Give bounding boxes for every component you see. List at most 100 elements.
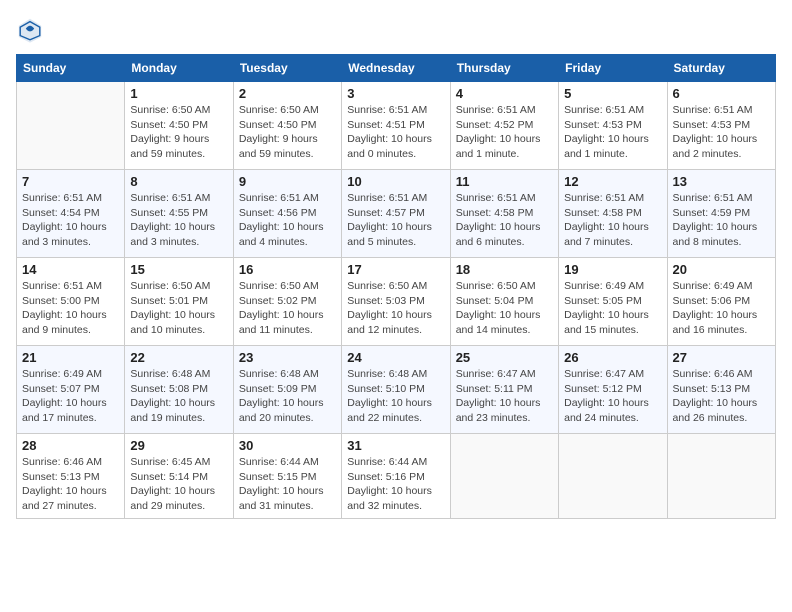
day-number: 30 (239, 438, 336, 453)
calendar-cell: 14Sunrise: 6:51 AM Sunset: 5:00 PM Dayli… (17, 258, 125, 346)
calendar-cell: 10 Sunrise: 6:51 AM Sunset: 4:57 PM Dayli… (342, 170, 450, 258)
header-wednesday: Wednesday (342, 55, 450, 82)
calendar-cell: 21Sunrise: 6:49 AM Sunset: 5:07 PM Dayli… (17, 346, 125, 434)
day-number: 15 (130, 262, 227, 277)
day-info: Sunrise: 6:50 AM Sunset: 5:03 PM Dayligh… (347, 279, 444, 338)
calendar-cell: 28 Sunrise: 6:46 AM Sunset: 5:13 PM Dayli… (17, 434, 125, 519)
day-number: 19 (564, 262, 661, 277)
calendar-cell: 22 Sunrise: 6:48 AM Sunset: 5:08 PM Dayli… (125, 346, 233, 434)
day-info: Sunrise: 6:47 AM Sunset: 5:11 PM Dayligh… (456, 367, 553, 426)
day-info: Sunrise: 6:48 AM Sunset: 5:10 PM Dayligh… (347, 367, 444, 426)
header-tuesday: Tuesday (233, 55, 341, 82)
calendar-cell: 26 Sunrise: 6:47 AM Sunset: 5:12 PM Dayli… (559, 346, 667, 434)
day-number: 4 (456, 86, 553, 101)
day-info: Sunrise: 6:51 AM Sunset: 4:51 PM Dayligh… (347, 103, 444, 162)
calendar-cell: 23 Sunrise: 6:48 AM Sunset: 5:09 PM Dayli… (233, 346, 341, 434)
day-info: Sunrise: 6:51 AM Sunset: 4:59 PM Dayligh… (673, 191, 770, 250)
day-number: 6 (673, 86, 770, 101)
day-info: Sunrise: 6:50 AM Sunset: 4:50 PM Dayligh… (239, 103, 336, 162)
day-number: 18 (456, 262, 553, 277)
day-info: Sunrise: 6:51 AM Sunset: 4:53 PM Dayligh… (564, 103, 661, 162)
logo-icon (16, 16, 44, 44)
page-header (16, 16, 776, 44)
calendar-cell: 18 Sunrise: 6:50 AM Sunset: 5:04 PM Dayli… (450, 258, 558, 346)
day-info: Sunrise: 6:49 AM Sunset: 5:07 PM Dayligh… (22, 367, 119, 426)
day-number: 7 (22, 174, 119, 189)
day-info: Sunrise: 6:47 AM Sunset: 5:12 PM Dayligh… (564, 367, 661, 426)
day-number: 10 (347, 174, 444, 189)
calendar-cell: 2 Sunrise: 6:50 AM Sunset: 4:50 PM Daylig… (233, 82, 341, 170)
calendar-cell: 17Sunrise: 6:50 AM Sunset: 5:03 PM Dayli… (342, 258, 450, 346)
calendar-cell: 20 Sunrise: 6:49 AM Sunset: 5:06 PM Dayli… (667, 258, 775, 346)
calendar-cell (667, 434, 775, 519)
day-info: Sunrise: 6:51 AM Sunset: 4:57 PM Dayligh… (347, 191, 444, 250)
day-info: Sunrise: 6:51 AM Sunset: 4:58 PM Dayligh… (456, 191, 553, 250)
header-monday: Monday (125, 55, 233, 82)
calendar-cell (17, 82, 125, 170)
header-friday: Friday (559, 55, 667, 82)
day-info: Sunrise: 6:50 AM Sunset: 4:50 PM Dayligh… (130, 103, 227, 162)
calendar-cell: 12 Sunrise: 6:51 AM Sunset: 4:58 PM Dayli… (559, 170, 667, 258)
day-info: Sunrise: 6:48 AM Sunset: 5:08 PM Dayligh… (130, 367, 227, 426)
calendar-cell (559, 434, 667, 519)
day-number: 26 (564, 350, 661, 365)
day-info: Sunrise: 6:51 AM Sunset: 4:54 PM Dayligh… (22, 191, 119, 250)
day-number: 9 (239, 174, 336, 189)
day-info: Sunrise: 6:44 AM Sunset: 5:16 PM Dayligh… (347, 455, 444, 514)
calendar-cell: 5 Sunrise: 6:51 AM Sunset: 4:53 PM Daylig… (559, 82, 667, 170)
day-number: 28 (22, 438, 119, 453)
calendar-cell: 11 Sunrise: 6:51 AM Sunset: 4:58 PM Dayli… (450, 170, 558, 258)
calendar-cell: 13 Sunrise: 6:51 AM Sunset: 4:59 PM Dayli… (667, 170, 775, 258)
day-info: Sunrise: 6:51 AM Sunset: 4:52 PM Dayligh… (456, 103, 553, 162)
day-number: 23 (239, 350, 336, 365)
week-row-2: 7 Sunrise: 6:51 AM Sunset: 4:54 PM Daylig… (17, 170, 776, 258)
day-info: Sunrise: 6:49 AM Sunset: 5:06 PM Dayligh… (673, 279, 770, 338)
calendar-cell: 31 Sunrise: 6:44 AM Sunset: 5:16 PM Dayli… (342, 434, 450, 519)
header-row: SundayMondayTuesdayWednesdayThursdayFrid… (17, 55, 776, 82)
day-number: 29 (130, 438, 227, 453)
day-number: 31 (347, 438, 444, 453)
calendar-cell: 7 Sunrise: 6:51 AM Sunset: 4:54 PM Daylig… (17, 170, 125, 258)
calendar-cell: 27 Sunrise: 6:46 AM Sunset: 5:13 PM Dayli… (667, 346, 775, 434)
day-info: Sunrise: 6:49 AM Sunset: 5:05 PM Dayligh… (564, 279, 661, 338)
calendar-cell: 16Sunrise: 6:50 AM Sunset: 5:02 PM Dayli… (233, 258, 341, 346)
day-number: 24 (347, 350, 444, 365)
calendar-cell: 8 Sunrise: 6:51 AM Sunset: 4:55 PM Daylig… (125, 170, 233, 258)
calendar-cell: 3 Sunrise: 6:51 AM Sunset: 4:51 PM Daylig… (342, 82, 450, 170)
day-number: 1 (130, 86, 227, 101)
week-row-3: 14Sunrise: 6:51 AM Sunset: 5:00 PM Dayli… (17, 258, 776, 346)
day-number: 14 (22, 262, 119, 277)
calendar-cell: 4 Sunrise: 6:51 AM Sunset: 4:52 PM Daylig… (450, 82, 558, 170)
day-number: 20 (673, 262, 770, 277)
day-number: 13 (673, 174, 770, 189)
calendar-table: SundayMondayTuesdayWednesdayThursdayFrid… (16, 54, 776, 519)
calendar-cell: 25Sunrise: 6:47 AM Sunset: 5:11 PM Dayli… (450, 346, 558, 434)
day-number: 3 (347, 86, 444, 101)
calendar-cell: 1 Sunrise: 6:50 AM Sunset: 4:50 PM Daylig… (125, 82, 233, 170)
day-number: 5 (564, 86, 661, 101)
calendar-cell (450, 434, 558, 519)
week-row-4: 21Sunrise: 6:49 AM Sunset: 5:07 PM Dayli… (17, 346, 776, 434)
header-sunday: Sunday (17, 55, 125, 82)
header-thursday: Thursday (450, 55, 558, 82)
header-saturday: Saturday (667, 55, 775, 82)
day-info: Sunrise: 6:51 AM Sunset: 4:58 PM Dayligh… (564, 191, 661, 250)
day-number: 12 (564, 174, 661, 189)
day-number: 8 (130, 174, 227, 189)
day-number: 27 (673, 350, 770, 365)
day-info: Sunrise: 6:51 AM Sunset: 4:56 PM Dayligh… (239, 191, 336, 250)
day-number: 22 (130, 350, 227, 365)
calendar-cell: 30Sunrise: 6:44 AM Sunset: 5:15 PM Dayli… (233, 434, 341, 519)
day-info: Sunrise: 6:46 AM Sunset: 5:13 PM Dayligh… (673, 367, 770, 426)
day-number: 16 (239, 262, 336, 277)
day-info: Sunrise: 6:51 AM Sunset: 4:55 PM Dayligh… (130, 191, 227, 250)
day-number: 11 (456, 174, 553, 189)
day-info: Sunrise: 6:48 AM Sunset: 5:09 PM Dayligh… (239, 367, 336, 426)
day-info: Sunrise: 6:45 AM Sunset: 5:14 PM Dayligh… (130, 455, 227, 514)
week-row-1: 1 Sunrise: 6:50 AM Sunset: 4:50 PM Daylig… (17, 82, 776, 170)
day-number: 2 (239, 86, 336, 101)
day-info: Sunrise: 6:46 AM Sunset: 5:13 PM Dayligh… (22, 455, 119, 514)
day-info: Sunrise: 6:50 AM Sunset: 5:04 PM Dayligh… (456, 279, 553, 338)
calendar-cell: 19 Sunrise: 6:49 AM Sunset: 5:05 PM Dayli… (559, 258, 667, 346)
calendar-cell: 24 Sunrise: 6:48 AM Sunset: 5:10 PM Dayli… (342, 346, 450, 434)
